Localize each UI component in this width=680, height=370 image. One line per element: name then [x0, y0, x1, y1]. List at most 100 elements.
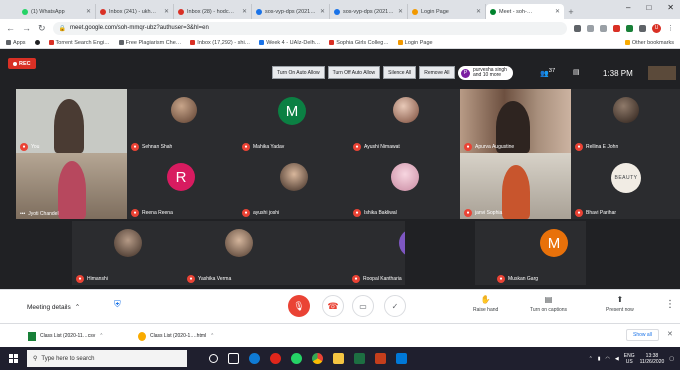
participant-tile[interactable]: ● Sehnan Shah: [127, 89, 238, 153]
whatsapp-icon[interactable]: [291, 353, 302, 364]
participant-tile[interactable]: ● ayushi joshi: [238, 153, 349, 219]
wifi-icon[interactable]: ◠: [606, 356, 610, 362]
bookmark-week4[interactable]: Week 4 - UAIz-Delh…: [259, 40, 320, 46]
captions-button[interactable]: ▤ Turn on captions: [530, 295, 567, 313]
close-icon[interactable]: ✕: [555, 8, 560, 15]
shield-icon[interactable]: ⛨: [114, 299, 124, 310]
tab-drive-2[interactable]: sos-vyp-dps (2021… ✕: [330, 4, 408, 19]
video-person: [54, 99, 84, 153]
participant-tile[interactable]: ● You: [16, 89, 127, 153]
close-icon[interactable]: ✕: [242, 8, 247, 15]
task-view-icon[interactable]: [228, 353, 239, 364]
chevron-up-icon[interactable]: ⌃: [99, 333, 103, 339]
bookmark-sophia[interactable]: Sophia Girls Colleg…: [329, 40, 389, 46]
camera-toggle-button[interactable]: ▭: [352, 295, 374, 317]
bookmark-label: Inbox (17,292) - shi…: [197, 39, 251, 46]
excel-icon[interactable]: [354, 353, 365, 364]
reload-icon[interactable]: ↻: [38, 23, 46, 34]
extension-red-icon[interactable]: [613, 24, 620, 32]
profile-avatar[interactable]: U: [652, 23, 661, 33]
tab-whatsapp[interactable]: (1) WhatsApp ✕: [18, 4, 96, 19]
participant-tile[interactable]: R ●Roopal Kantharia: [294, 221, 405, 285]
bookmark-github[interactable]: [34, 40, 40, 45]
tab-meet[interactable]: Meet - soh-… ✕: [486, 4, 564, 19]
bookmark-apps[interactable]: Apps: [6, 40, 26, 46]
new-tab-button[interactable]: +: [564, 4, 578, 19]
cortana-icon[interactable]: [209, 354, 218, 363]
chevron-up-icon[interactable]: ⌃: [210, 333, 214, 339]
start-button[interactable]: [4, 347, 22, 370]
close-icon[interactable]: ✕: [667, 330, 673, 338]
tab-login[interactable]: Login Page ✕: [408, 4, 486, 19]
participant-tile[interactable]: ● Apurva Augustine: [460, 89, 571, 153]
participant-tile[interactable]: M ● Mahika Yadav: [238, 89, 349, 153]
close-icon[interactable]: ✕: [86, 8, 91, 15]
menu-dots-icon[interactable]: ⋮: [667, 24, 674, 32]
turn-off-auto-allow-button[interactable]: Turn Off Auto Allow: [327, 66, 381, 79]
participant-tile[interactable]: R ● Reena Reena: [127, 153, 238, 219]
forward-icon[interactable]: →: [22, 23, 31, 33]
star-icon[interactable]: [600, 24, 607, 32]
address-bar[interactable]: 🔒 meet.google.com/soh-mmqr-ubz?authuser=…: [52, 21, 567, 35]
search-icon[interactable]: [587, 24, 594, 32]
extension-green-icon[interactable]: [626, 24, 633, 32]
chevron-up-icon[interactable]: ⌃: [589, 356, 593, 362]
chrome-icon[interactable]: [312, 353, 323, 364]
participant-tile[interactable]: ● Himanshi: [72, 221, 183, 285]
participant-tile[interactable]: ••• Jyoti Chandel: [16, 153, 127, 219]
file-explorer-icon[interactable]: [333, 353, 344, 364]
close-icon[interactable]: ✕: [164, 8, 169, 15]
present-now-button[interactable]: ⬆ Present now: [606, 295, 634, 313]
bookmark-plagiarism[interactable]: Free Plagiarism Che…: [118, 40, 181, 46]
more-options-icon[interactable]: ⋮: [665, 299, 675, 310]
maximize-button[interactable]: □: [646, 3, 651, 12]
people-button[interactable]: 👥37: [540, 68, 555, 77]
close-icon[interactable]: ✕: [476, 8, 481, 15]
taskbar-clock[interactable]: 13:38 11/26/2020: [640, 353, 665, 365]
close-window-button[interactable]: ✕: [667, 3, 674, 12]
microphone-toggle-button[interactable]: 🎙: [288, 295, 310, 317]
edge-icon[interactable]: [249, 353, 260, 364]
powerpoint-icon[interactable]: [375, 353, 386, 364]
camera-indicator-icon[interactable]: [574, 24, 581, 32]
language-indicator[interactable]: ENG US: [624, 353, 635, 365]
close-icon[interactable]: ✕: [398, 8, 403, 15]
photos-icon[interactable]: [396, 353, 407, 364]
show-all-button[interactable]: Show all: [626, 329, 659, 341]
opera-icon[interactable]: [270, 353, 281, 364]
download-item[interactable]: Class List (2020-11…csv ⌃: [28, 329, 103, 343]
minimize-button[interactable]: –: [626, 3, 630, 12]
participant-tile[interactable]: ● janvi Sophia: [460, 153, 571, 219]
bookmark-torrent[interactable]: Torrent Search Engi…: [48, 40, 110, 46]
participant-tile[interactable]: ● Rellina E John: [571, 89, 680, 153]
participant-tile[interactable]: ● Yashika Verma: [183, 221, 294, 285]
chat-button[interactable]: ▤: [573, 68, 580, 76]
tab-drive-1[interactable]: sos-vyp-dps (2021… ✕: [252, 4, 330, 19]
bookmark-login[interactable]: Login Page: [397, 40, 433, 46]
participant-tile[interactable]: M ● Muskan Garg: [475, 221, 586, 285]
silence-all-button[interactable]: Silence All: [383, 66, 417, 79]
turn-on-auto-allow-button[interactable]: Turn On Auto Allow: [272, 66, 325, 79]
presenter-chip[interactable]: P purvesha singh and 10 more: [458, 66, 513, 80]
participant-tile[interactable]: ● Ishika Bakliwal: [349, 153, 460, 219]
tab-inbox-2[interactable]: Inbox (28) - hodc… ✕: [174, 4, 252, 19]
notifications-icon[interactable]: ▢: [669, 356, 674, 362]
volume-icon[interactable]: ◀: [615, 356, 619, 362]
close-icon[interactable]: ✕: [320, 8, 325, 15]
participant-tile[interactable]: BEAUTY ● Bhavi Parihar: [571, 153, 680, 219]
participant-tile[interactable]: ● Ayushi Nimawat: [349, 89, 460, 153]
leave-call-button[interactable]: ☎: [322, 295, 344, 317]
tab-inbox-1[interactable]: Inbox (241) - ukh… ✕: [96, 4, 174, 19]
taskbar-search[interactable]: ⚲ Type here to search: [27, 350, 187, 367]
checkmark-button[interactable]: ✓: [384, 295, 406, 317]
download-item[interactable]: Class List (2020-1….html ⌃: [138, 329, 214, 343]
battery-icon[interactable]: ▮: [598, 356, 601, 362]
back-icon[interactable]: ←: [6, 23, 15, 33]
self-view-thumbnail[interactable]: [648, 66, 676, 80]
bookmark-inbox[interactable]: Inbox (17,292) - shi…: [190, 40, 250, 46]
puzzle-icon[interactable]: [639, 24, 646, 32]
meeting-details-button[interactable]: Meeting details ⌃: [27, 303, 80, 312]
other-bookmarks[interactable]: Other bookmarks: [624, 40, 674, 46]
raise-hand-button[interactable]: ✋ Raise hand: [473, 295, 498, 313]
remove-all-button[interactable]: Remove All: [419, 66, 455, 79]
